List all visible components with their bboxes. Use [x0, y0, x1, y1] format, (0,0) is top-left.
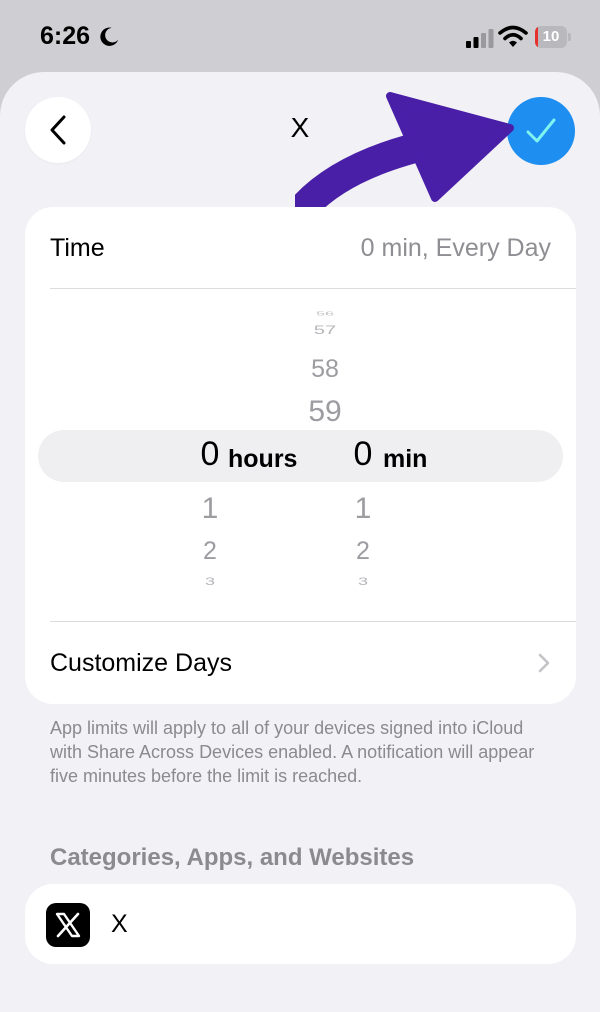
- minutes-above-2: 58: [311, 355, 339, 383]
- hours-below-1: 1: [201, 492, 219, 525]
- minutes-above-3: 57: [313, 323, 337, 337]
- chevron-right-icon: [538, 653, 550, 673]
- customize-days-label: Customize Days: [50, 648, 232, 677]
- time-label: Time: [50, 233, 105, 262]
- battery-percent: 10: [542, 28, 560, 45]
- hours-unit: hours: [228, 445, 298, 473]
- minutes-selected: 0: [353, 435, 373, 473]
- checkmark-icon: [526, 118, 556, 143]
- status-time: 6:26: [40, 22, 91, 50]
- minutes-below-1: 1: [354, 492, 372, 525]
- hours-below-3: 3: [204, 575, 215, 588]
- minutes-below-2: 2: [356, 537, 370, 565]
- app-list-card: X: [25, 884, 576, 964]
- section-header: Categories, Apps, and Websites: [50, 844, 415, 871]
- wifi-icon: [498, 25, 528, 47]
- time-value: 0 min, Every Day: [360, 233, 551, 262]
- minutes-above-1: 59: [308, 395, 342, 428]
- x-logo-icon: [46, 903, 90, 947]
- moon-icon: [100, 27, 119, 46]
- time-row[interactable]: Time 0 min, Every Day: [25, 207, 576, 289]
- divider: [50, 288, 576, 289]
- cellular-signal-icon: [466, 29, 494, 48]
- app-name: X: [111, 910, 128, 938]
- time-picker[interactable]: 0 hours 1 2 3 56 57 58 59 0 min 1 2 3: [25, 297, 576, 617]
- picker-selection-highlight: [38, 430, 563, 482]
- hours-below-2: 2: [203, 537, 217, 565]
- minutes-below-3: 3: [357, 575, 368, 588]
- battery-indicator: 10: [535, 26, 571, 48]
- time-limit-card: Time 0 min, Every Day 0 hours 1 2 3 56 5…: [25, 207, 576, 704]
- customize-days-row[interactable]: Customize Days: [25, 622, 576, 704]
- minutes-unit: min: [383, 445, 428, 473]
- status-bar: 6:26 10: [0, 0, 600, 72]
- hours-selected: 0: [200, 435, 220, 473]
- minutes-above-4: 56: [316, 310, 334, 317]
- app-limits-footnote: App limits will apply to all of your dev…: [50, 718, 535, 786]
